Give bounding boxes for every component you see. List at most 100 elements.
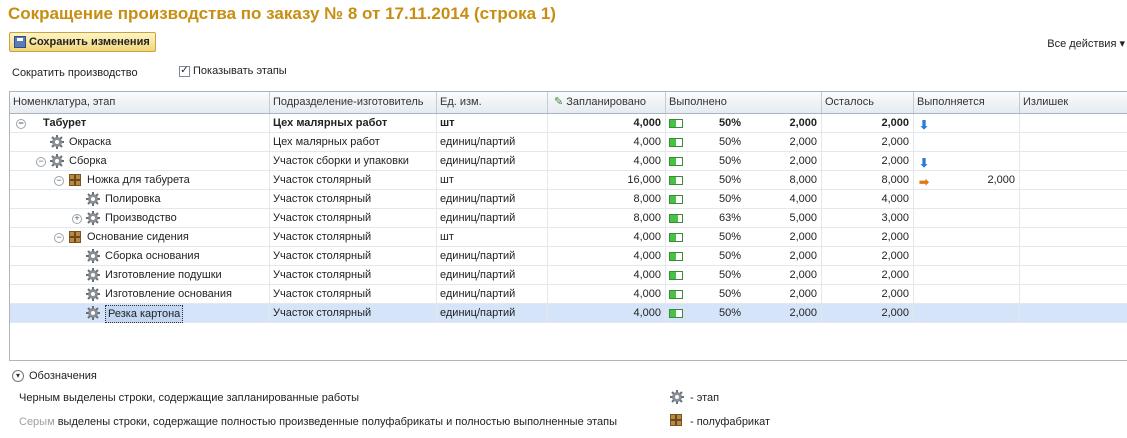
done-percent: 50% [718, 231, 741, 243]
cell-left: 2,000 [822, 114, 914, 133]
column-header-in-progress[interactable]: Выполняется [914, 92, 1020, 113]
table-row[interactable]: Полировка Участок столярный единиц/партий 8… [10, 190, 1127, 209]
table-row[interactable]: Изготовление подушки Участок столярный еди… [10, 266, 1127, 285]
column-header-surplus[interactable]: Излишек [1020, 92, 1127, 113]
progress-bar [669, 309, 683, 318]
column-header-department[interactable]: Подразделение-изготовитель [270, 92, 437, 113]
gear-icon [86, 287, 100, 301]
show-stages-checkbox[interactable]: ✓ [179, 65, 190, 77]
column-header-unit[interactable]: Ед. изм. [437, 92, 548, 113]
collapse-icon[interactable]: − [16, 119, 26, 129]
cell-surplus [1020, 285, 1127, 304]
progress-bar [669, 290, 683, 299]
cell-planned[interactable]: 4,000 [548, 152, 666, 171]
progress-bar [669, 157, 683, 166]
table-row[interactable]: Резка картона Участок столярный единиц/пар… [10, 304, 1127, 323]
cell-done: 50% 2,000 [666, 304, 822, 323]
cell-name: Окраска [10, 133, 270, 152]
gear-icon [670, 390, 684, 404]
collapse-icon[interactable]: − [54, 233, 64, 243]
cell-planned[interactable]: 4,000 [548, 304, 666, 323]
done-percent: 50% [718, 288, 741, 300]
all-actions-menu[interactable]: Все действия ▾ [1047, 37, 1125, 50]
progress-bar [669, 176, 683, 185]
show-stages-label: Показывать этапы [193, 65, 287, 77]
collapse-icon[interactable]: − [36, 157, 46, 167]
cell-name: − Основание сидения [10, 228, 270, 247]
cell-planned[interactable]: 4,000 [548, 228, 666, 247]
cell-planned[interactable]: 4,000 [548, 285, 666, 304]
cell-planned[interactable]: 4,000 [548, 133, 666, 152]
cell-in-progress: ⬇ [914, 114, 1020, 133]
cell-planned[interactable]: 4,000 [548, 266, 666, 285]
cell-planned[interactable]: 4,000 [548, 247, 666, 266]
column-header-name[interactable]: Номенклатура, этап [10, 92, 270, 113]
table-row[interactable]: + Производство Участок столярный единиц/пар… [10, 209, 1127, 228]
column-header-planned[interactable]: ✎ Запланировано [548, 92, 666, 113]
cell-unit: единиц/партий [437, 152, 548, 171]
legend-gray-desc: выделены строки, содержащие полностью пр… [54, 416, 618, 428]
progress-bar [669, 233, 683, 242]
table-row[interactable]: Окраска Цех малярных работ единиц/партий 4,… [10, 133, 1127, 152]
cell-done: 50% 4,000 [666, 190, 822, 209]
cell-planned[interactable]: 8,000 [548, 190, 666, 209]
cell-surplus [1020, 133, 1127, 152]
save-changes-button[interactable]: Сохранить изменения [9, 32, 156, 52]
cell-department: Участок столярный [270, 171, 437, 190]
reduce-production-link[interactable]: Сократить производство [12, 67, 138, 79]
cell-left: 8,000 [822, 171, 914, 190]
cell-unit: шт [437, 114, 548, 133]
cell-in-progress [914, 133, 1020, 152]
arrow-down-icon: ⬇ [919, 118, 930, 132]
done-quantity: 4,000 [789, 193, 817, 205]
cell-surplus [1020, 247, 1127, 266]
done-percent: 50% [718, 193, 741, 205]
column-header-left[interactable]: Осталось [822, 92, 914, 113]
gear-icon [86, 306, 100, 320]
progress-bar [669, 119, 683, 128]
cell-surplus [1020, 114, 1127, 133]
cell-in-progress [914, 304, 1020, 323]
cell-department: Участок столярный [270, 304, 437, 323]
done-quantity: 2,000 [789, 288, 817, 300]
floppy-disk-icon [14, 36, 26, 48]
cell-left: 2,000 [822, 285, 914, 304]
cell-planned[interactable]: 16,000 [548, 171, 666, 190]
column-header-done[interactable]: Выполнено [666, 92, 822, 113]
cell-name: + Производство [10, 209, 270, 228]
legend-stage-label: - этап [690, 392, 720, 404]
page-title: Сокращение производства по заказу № 8 от… [8, 4, 556, 23]
row-name: Основание сидения [87, 231, 189, 243]
table-row[interactable]: − Основание сидения Участок столярный шт 4,0… [10, 228, 1127, 247]
collapse-icon[interactable]: − [54, 176, 64, 186]
box-icon [69, 174, 81, 186]
progress-bar [669, 138, 683, 147]
cell-planned[interactable]: 4,000 [548, 114, 666, 133]
cell-department: Участок сборки и упаковки [270, 152, 437, 171]
cell-department: Участок столярный [270, 228, 437, 247]
production-grid[interactable]: Номенклатура, этап Подразделение-изготов… [9, 91, 1127, 361]
legend-toggle[interactable]: ▾ Обозначения [12, 370, 97, 382]
table-row[interactable]: − Ножка для табурета Участок столярный шт 16… [10, 171, 1127, 190]
done-quantity: 2,000 [789, 117, 817, 129]
legend-toggle-label: Обозначения [29, 370, 97, 382]
show-stages-toggle[interactable]: ✓ Показывать этапы [179, 65, 287, 77]
table-row[interactable]: − Табурет Цех малярных работ шт 4,000 50% 2,00… [10, 114, 1127, 133]
table-row[interactable]: − Сборка Участок сборки и упаковки единиц/п… [10, 152, 1127, 171]
gear-icon [86, 211, 100, 225]
cell-unit: единиц/партий [437, 209, 548, 228]
cell-surplus [1020, 209, 1127, 228]
cell-surplus [1020, 266, 1127, 285]
chevron-down-icon: ▾ [12, 370, 24, 382]
cell-in-progress: ➡ 2,000 [914, 171, 1020, 190]
expand-icon[interactable]: + [72, 214, 82, 224]
cell-department: Участок столярный [270, 266, 437, 285]
cell-planned[interactable]: 8,000 [548, 209, 666, 228]
table-row[interactable]: Сборка основания Участок столярный единиц/… [10, 247, 1127, 266]
legend-black-text: Черным выделены строки, содержащие запла… [19, 392, 359, 404]
legend-gray-prefix: Серым [19, 416, 55, 428]
table-row[interactable]: Изготовление основания Участок столярный е… [10, 285, 1127, 304]
cell-in-progress [914, 228, 1020, 247]
cell-surplus [1020, 152, 1127, 171]
cell-left: 2,000 [822, 266, 914, 285]
